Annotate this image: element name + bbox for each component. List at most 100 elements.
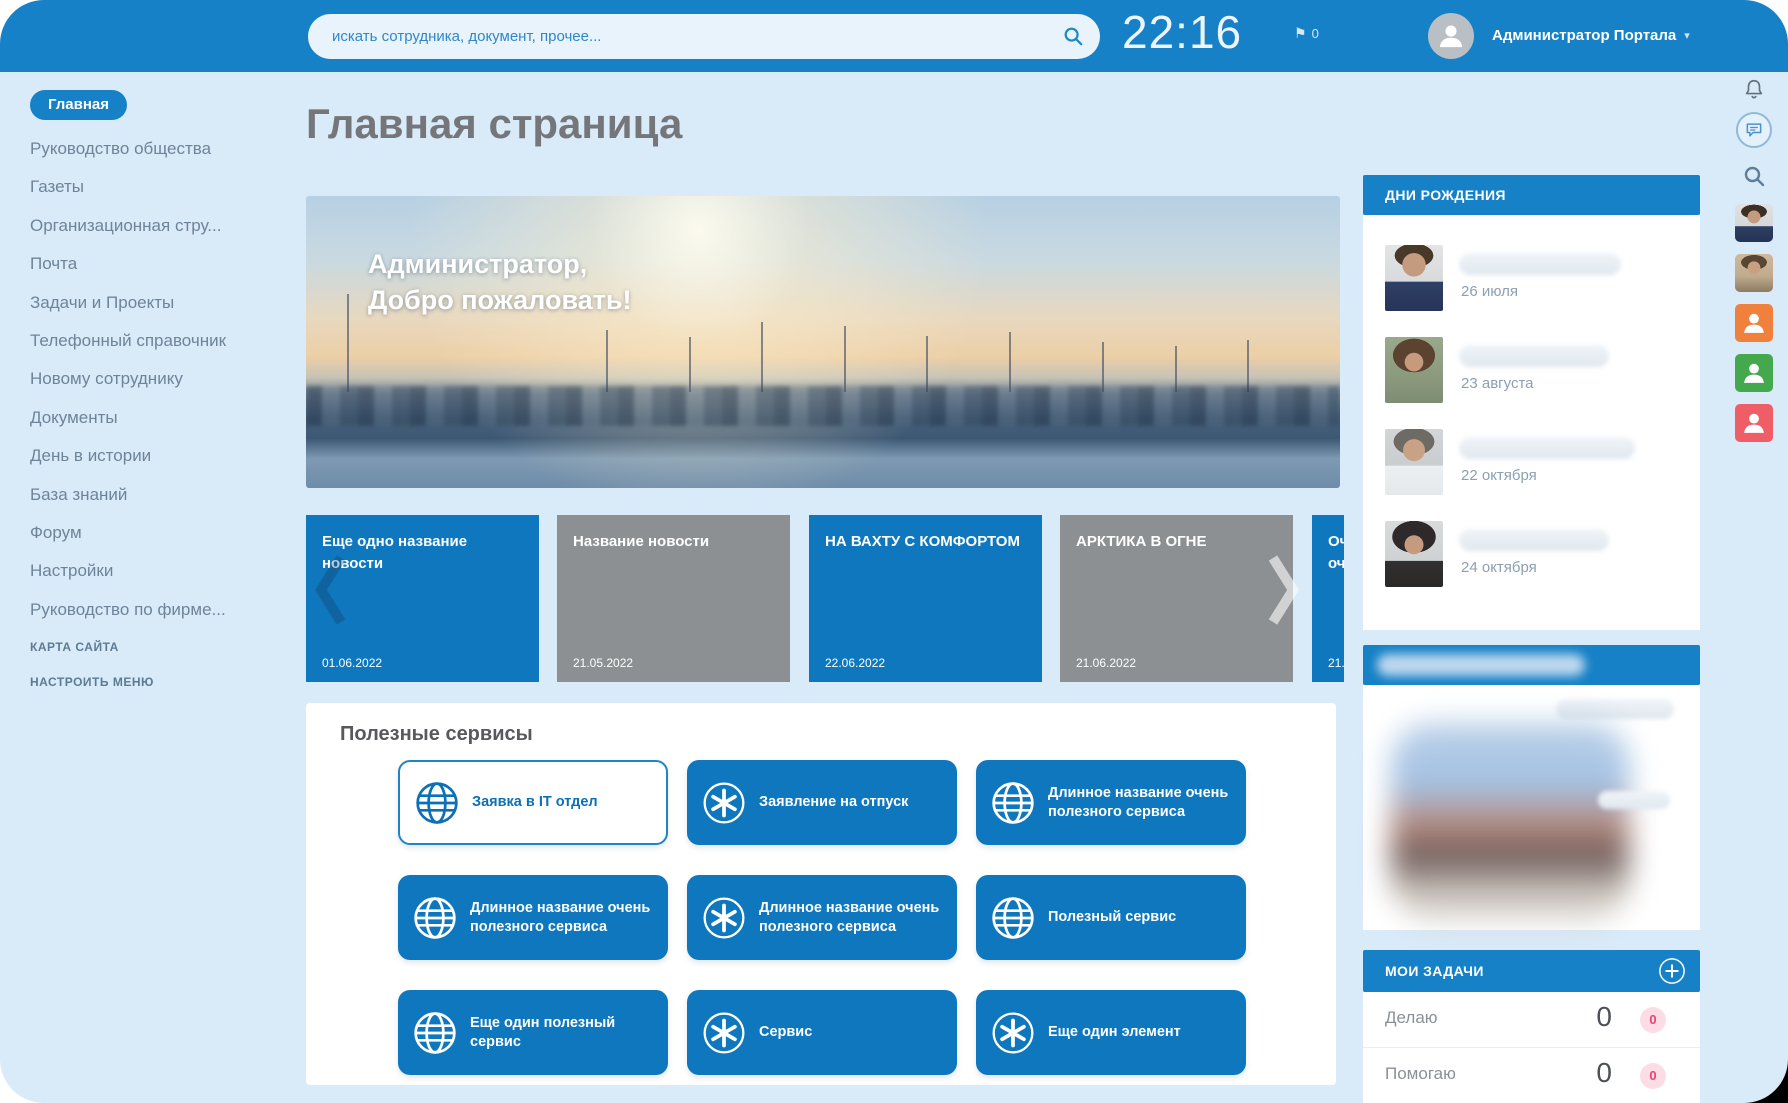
service-button[interactable]: Длинное название очень полезного сервиса	[976, 760, 1246, 845]
blurred-text	[1598, 791, 1670, 809]
birthday-entry[interactable]: 26 июля	[1385, 245, 1680, 325]
user-avatar[interactable]	[1428, 13, 1474, 59]
sidebar-item-forum[interactable]: Форум	[30, 514, 280, 552]
my-tasks-widget: Делаю 0 0 Помогаю 0 0	[1363, 992, 1700, 1103]
contact-avatar-green[interactable]	[1735, 354, 1773, 392]
service-button[interactable]: Сервис	[687, 990, 957, 1075]
globe-icon	[414, 780, 460, 826]
sidebar-item-knowledge-base[interactable]: База знаний	[30, 476, 280, 514]
comments-icon	[1744, 120, 1764, 140]
asterisk-icon	[701, 895, 747, 941]
chevron-down-icon: ▾	[1684, 29, 1690, 42]
news-carousel: Еще одно название новости01.06.2022 Назв…	[306, 515, 1344, 682]
hero-banner: Администратор, Добро пожаловать!	[306, 196, 1340, 488]
blurred-widget-header	[1363, 645, 1700, 685]
news-tile[interactable]: АРКТИКА В ОГНЕ21.06.2022	[1060, 515, 1293, 682]
asterisk-icon	[701, 780, 747, 826]
customize-menu-link[interactable]: НАСТРОИТЬ МЕНЮ	[30, 675, 154, 689]
services-title: Полезные сервисы	[340, 723, 533, 746]
globe-icon	[412, 895, 458, 941]
person-icon	[1739, 358, 1769, 388]
sidebar-item-new-employee[interactable]: Новому сотруднику	[30, 360, 280, 398]
news-tile-clipped[interactable]: Оче оче21.0	[1312, 515, 1344, 682]
blurred-widget-title	[1377, 654, 1585, 676]
blurred-name	[1459, 437, 1635, 459]
sidebar-item-home-active[interactable]: Главная	[30, 90, 127, 120]
employee-photo	[1385, 337, 1443, 403]
service-button[interactable]: Длинное название очень полезного сервиса	[398, 875, 668, 960]
service-button[interactable]: Еще один полезный сервис	[398, 990, 668, 1075]
birthday-entry[interactable]: 22 октября	[1385, 429, 1680, 509]
birthdays-widget: 26 июля 23 августа 22 октября 24 октября	[1363, 215, 1700, 630]
birthdays-header: ДНИ РОЖДЕНИЯ	[1363, 175, 1700, 215]
user-name: Администратор Портала	[1492, 27, 1676, 44]
sidebar-item-org-structure[interactable]: Организационная стру...	[30, 207, 280, 245]
status-badge: 0	[1640, 1063, 1666, 1089]
service-button[interactable]: Полезный сервис	[976, 875, 1246, 960]
asterisk-icon	[990, 1010, 1036, 1056]
person-icon	[1739, 308, 1769, 338]
user-menu[interactable]: Администратор Портала ▾	[1492, 27, 1690, 44]
status-badge: 0	[1640, 1007, 1666, 1033]
task-count: 0	[1596, 1057, 1612, 1089]
search-rail-icon[interactable]	[1742, 164, 1766, 188]
globe-icon	[412, 1010, 458, 1056]
sidebar-item-phonebook[interactable]: Телефонный справочник	[30, 322, 280, 360]
news-tile[interactable]: НА ВАХТУ С КОМФОРТОМ22.06.2022	[809, 515, 1042, 682]
employee-photo	[1385, 521, 1443, 587]
industrial-silhouette	[306, 386, 1340, 426]
sidebar-item-tasks-projects[interactable]: Задачи и Проекты	[30, 284, 280, 322]
sidebar-footer: КАРТА САЙТА НАСТРОИТЬ МЕНЮ	[30, 640, 154, 710]
my-tasks-header: МОИ ЗАДАЧИ	[1363, 950, 1700, 992]
blurred-name	[1459, 345, 1609, 367]
sidebar-item-management[interactable]: Руководство общества	[30, 130, 280, 168]
plus-icon	[1658, 957, 1686, 985]
service-button[interactable]: Длинное название очень полезного сервиса	[687, 875, 957, 960]
flag-icon: ⚑	[1294, 25, 1307, 42]
task-row-doing[interactable]: Делаю 0 0	[1363, 992, 1700, 1047]
service-button-vacation[interactable]: Заявление на отпуск	[687, 760, 957, 845]
sidebar-item-company-guide[interactable]: Руководство по фирме...	[30, 591, 280, 629]
blurred-image	[1391, 723, 1629, 919]
portal-page: 22:16 ⚑ 0 Администратор Портала ▾ Главна…	[0, 0, 1788, 1103]
contact-photo-avatar[interactable]	[1735, 204, 1773, 242]
news-tile[interactable]: Название новости21.05.2022	[557, 515, 790, 682]
person-icon	[1739, 408, 1769, 438]
birthday-entry[interactable]: 24 октября	[1385, 521, 1680, 601]
contact-avatar-red[interactable]	[1735, 404, 1773, 442]
sitemap-link[interactable]: КАРТА САЙТА	[30, 640, 154, 654]
contact-photo-avatar[interactable]	[1735, 254, 1773, 292]
comments-button[interactable]	[1736, 112, 1772, 148]
chevron-left-icon[interactable]	[312, 551, 350, 629]
sidebar: Главная Руководство общества Газеты Орга…	[30, 90, 280, 629]
blurred-text	[1556, 699, 1674, 719]
sidebar-item-newspapers[interactable]: Газеты	[30, 168, 280, 206]
sidebar-item-documents[interactable]: Документы	[30, 399, 280, 437]
person-icon	[1434, 19, 1468, 53]
chevron-right-icon[interactable]	[1264, 551, 1302, 629]
clock: 22:16	[1122, 5, 1242, 59]
global-search	[308, 14, 1100, 59]
right-icon-rail	[1732, 78, 1776, 442]
flag-counter[interactable]: ⚑ 0	[1294, 25, 1319, 42]
employee-photo	[1385, 245, 1443, 311]
bell-icon[interactable]	[1743, 78, 1765, 100]
useful-services-card: Полезные сервисы Заявка в IT отдел Заявл…	[306, 703, 1336, 1085]
search-input[interactable]	[308, 14, 1100, 59]
sidebar-item-mail[interactable]: Почта	[30, 245, 280, 283]
sidebar-item-day-in-history[interactable]: День в истории	[30, 437, 280, 475]
birthday-entry[interactable]: 23 августа	[1385, 337, 1680, 417]
blurred-widget	[1363, 685, 1700, 930]
service-button[interactable]: Еще один элемент	[976, 990, 1246, 1075]
globe-icon	[990, 780, 1036, 826]
page-title: Главная страница	[306, 100, 682, 148]
sidebar-item-settings[interactable]: Настройки	[30, 552, 280, 590]
add-task-button[interactable]	[1658, 957, 1686, 985]
welcome-message: Администратор, Добро пожаловать!	[368, 246, 632, 319]
service-button-it-request[interactable]: Заявка в IT отдел	[398, 760, 668, 845]
task-row-helping[interactable]: Помогаю 0 0	[1363, 1047, 1700, 1102]
contact-avatar-orange[interactable]	[1735, 304, 1773, 342]
employee-photo	[1385, 429, 1443, 495]
search-icon[interactable]	[1062, 25, 1084, 47]
app-container: 22:16 ⚑ 0 Администратор Портала ▾ Главна…	[0, 0, 1788, 1103]
